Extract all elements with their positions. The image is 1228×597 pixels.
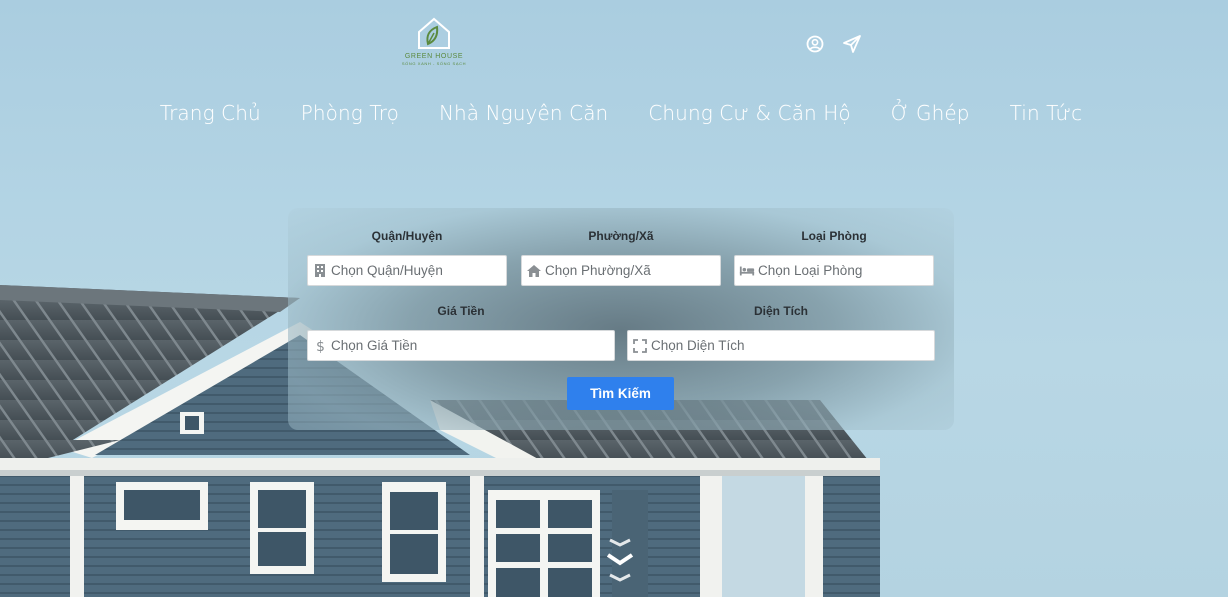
price-placeholder: Chọn Giá Tiền — [331, 338, 418, 353]
search-panel: Quận/Huyện Chọn Quận/Huyện Phường/Xã Chọ… — [288, 208, 954, 430]
area-select[interactable]: Chọn Diện Tích — [627, 330, 935, 361]
area-field: Diện Tích Chọn Diện Tích — [627, 303, 935, 361]
nav-item-chung-cu-can-ho[interactable]: Chung Cư & Căn Hộ — [648, 101, 850, 125]
nav-item-tin-tuc[interactable]: Tin Tức — [1010, 101, 1083, 125]
search-button[interactable]: Tìm Kiếm — [567, 377, 674, 410]
price-field: Giá Tiền $ Chọn Giá Tiền — [307, 303, 615, 361]
main-nav: Trang Chủ Phòng Trọ Nhà Nguyên Căn Chung… — [0, 101, 1228, 125]
scroll-down-hint[interactable] — [604, 536, 636, 586]
room-type-field: Loại Phòng Chọn Loại Phòng — [734, 228, 934, 286]
brand-name: GREEN HOUSE — [404, 53, 464, 60]
district-field: Quận/Huyện Chọn Quận/Huyện — [307, 228, 507, 286]
home-icon — [526, 263, 542, 279]
ward-field: Phường/Xã Chọn Phường/Xã — [521, 228, 721, 286]
district-select[interactable]: Chọn Quận/Huyện — [307, 255, 507, 286]
house-leaf-icon — [418, 17, 450, 49]
building-icon — [312, 263, 328, 279]
area-placeholder: Chọn Diện Tích — [651, 338, 745, 353]
area-label: Diện Tích — [753, 304, 808, 318]
room-type-placeholder: Chọn Loại Phòng — [758, 263, 863, 278]
brand-logo[interactable]: GREEN HOUSE SỐNG XANH - SỐNG SẠCH — [398, 14, 470, 76]
price-label: Giá Tiền — [437, 304, 485, 318]
nav-item-phong-tro[interactable]: Phòng Trọ — [301, 101, 399, 125]
header-actions — [805, 34, 862, 54]
room-type-select[interactable]: Chọn Loại Phòng — [734, 255, 934, 286]
bed-icon — [739, 263, 755, 279]
svg-text:$: $ — [316, 339, 325, 354]
nav-item-o-ghep[interactable]: Ở Ghép — [891, 101, 970, 125]
brand-tagline: SỐNG XANH - SỐNG SẠCH — [401, 61, 467, 66]
ward-select[interactable]: Chọn Phường/Xã — [521, 255, 721, 286]
nav-item-trang-chu[interactable]: Trang Chủ — [160, 101, 261, 125]
dollar-icon: $ — [312, 338, 328, 354]
district-label: Quận/Huyện — [371, 229, 443, 243]
price-select[interactable]: $ Chọn Giá Tiền — [307, 330, 615, 361]
ward-label: Phường/Xã — [588, 229, 654, 243]
district-placeholder: Chọn Quận/Huyện — [331, 263, 443, 278]
room-type-label: Loại Phòng — [801, 229, 867, 243]
chevrons-down-icon — [606, 538, 634, 582]
ward-placeholder: Chọn Phường/Xã — [545, 263, 651, 278]
user-circle-icon[interactable] — [805, 34, 825, 54]
expand-icon — [632, 338, 648, 354]
send-icon[interactable] — [842, 34, 862, 54]
nav-item-nha-nguyen-can[interactable]: Nhà Nguyên Căn — [439, 101, 608, 125]
